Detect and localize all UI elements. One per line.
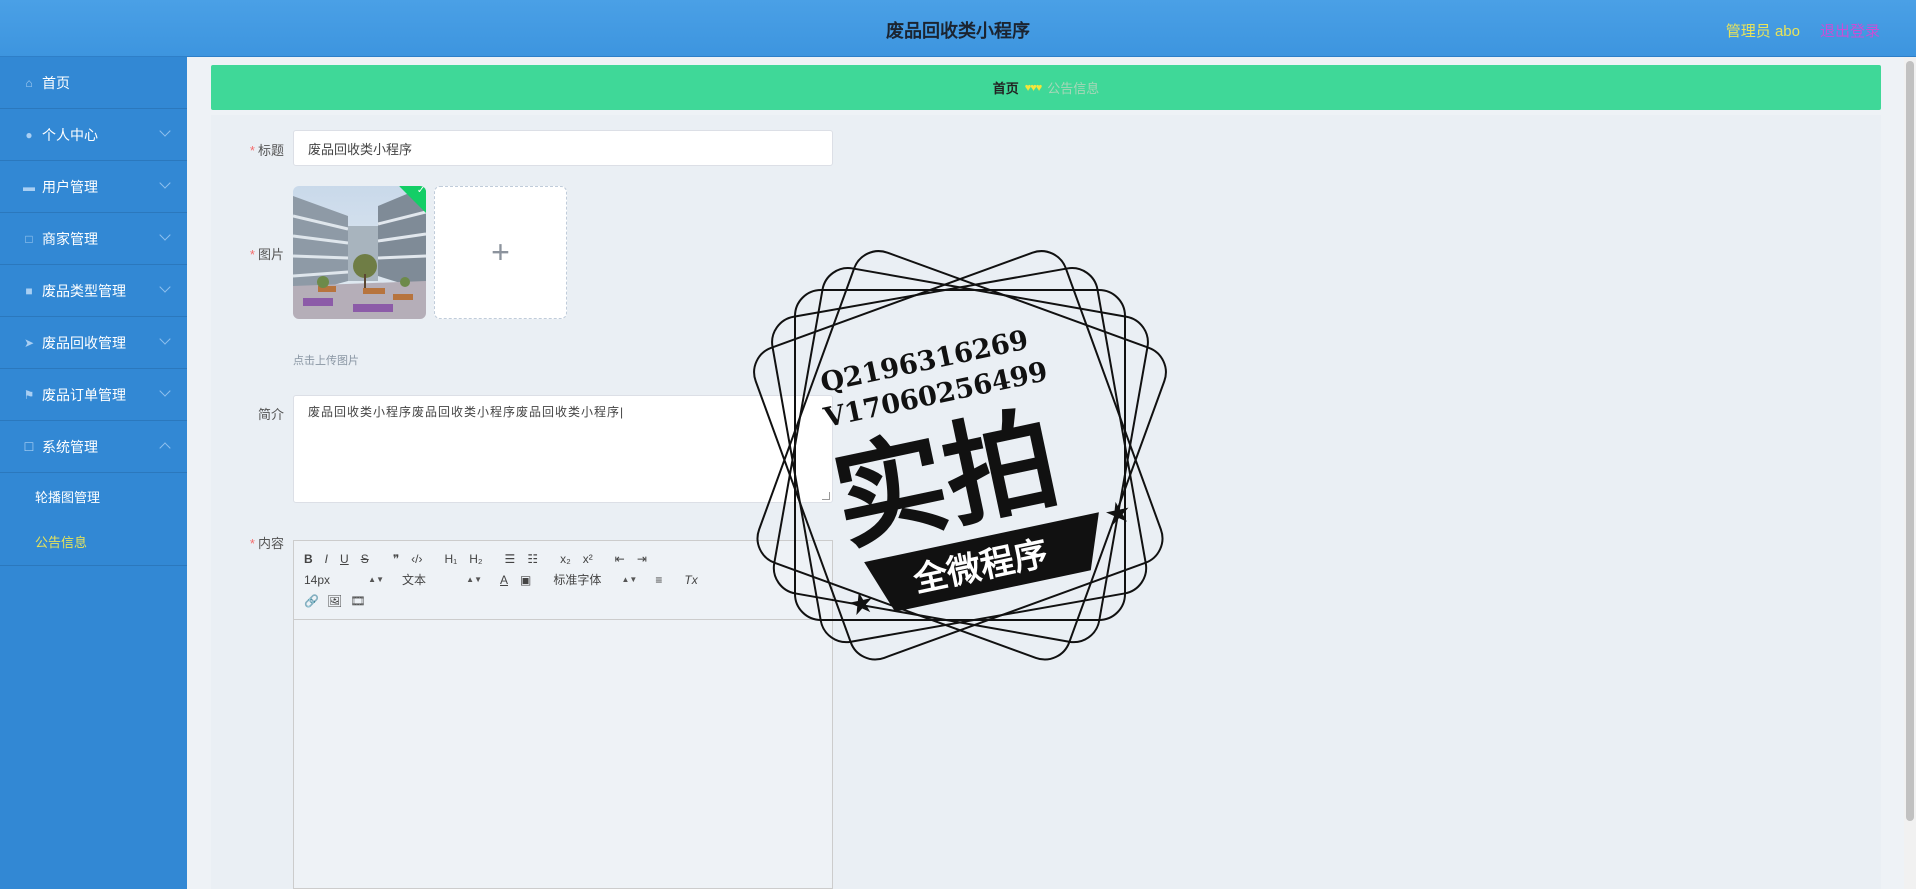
system-submenu: 轮播图管理 公告信息 (0, 473, 187, 566)
sidebar-item-label: 废品订单管理 (42, 386, 126, 403)
breadcrumb-home[interactable]: 首页 (993, 78, 1019, 97)
sidebar: ⌂ 首页 ● 个人中心 ▬ 用户管理 □ 商家管理 ■ 废品类型管理 ➤ 废品回… (0, 57, 187, 889)
upload-tip: 点击上传图片 (293, 355, 359, 367)
sidebar-item-personal-center[interactable]: ● 个人中心 (0, 109, 187, 161)
chevron-down-icon (159, 333, 171, 345)
outdent-button[interactable]: ⇤ (615, 552, 625, 566)
title-label: * 标题 (249, 143, 284, 158)
background-color-icon[interactable]: ▣ (520, 573, 531, 587)
user-icon: ● (25, 127, 33, 142)
sidebar-item-label: 废品回收管理 (42, 334, 126, 351)
logout-link[interactable]: 退出登录 (1820, 20, 1880, 41)
italic-button[interactable]: I (325, 552, 328, 566)
bold-button[interactable]: B (304, 552, 313, 566)
intro-textarea[interactable]: 废品回收类小程序废品回收类小程序废品回收类小程序| (293, 395, 833, 503)
editor-toolbar: B I U S ❞ ‹/› H₁ H₂ ☰ ☷ x₂ x² ⇤ ⇥ 14px ▲▼… (294, 541, 832, 620)
chat-icon: ▬ (23, 179, 35, 194)
building-photo (293, 186, 426, 319)
sidebar-item-system[interactable]: ☐ 系统管理 (0, 421, 187, 473)
bullet-list-button[interactable]: ☷ (527, 552, 538, 566)
text-cursor: | (620, 405, 625, 419)
sidebar-subitem-carousel[interactable]: 轮播图管理 (0, 474, 187, 519)
h2-button[interactable]: H₂ (469, 552, 482, 566)
editor-content-area[interactable] (294, 620, 832, 888)
blockquote-button[interactable]: ❞ (393, 552, 399, 566)
image-icon[interactable]: 🖼 (327, 594, 342, 608)
top-header: 废品回收类小程序 管理员 abo 退出登录 (0, 0, 1916, 57)
app-title: 废品回收类小程序 (886, 21, 1030, 41)
subscript-button[interactable]: x₂ (560, 552, 571, 566)
doc-icon: □ (25, 231, 33, 246)
underline-button[interactable]: U (340, 552, 349, 566)
page-scrollbar[interactable] (1904, 57, 1916, 889)
rich-text-editor: B I U S ❞ ‹/› H₁ H₂ ☰ ☷ x₂ x² ⇤ ⇥ 14px ▲▼… (293, 540, 833, 889)
flag-icon: ⚑ (23, 387, 35, 402)
sidebar-item-users[interactable]: ▬ 用户管理 (0, 161, 187, 213)
video-icon[interactable]: 🎞 (350, 594, 365, 608)
font-size-select[interactable]: 14px ▲▼ (304, 573, 384, 587)
sidebar-item-label: 废品类型管理 (42, 282, 126, 299)
sidebar-item-merchants[interactable]: □ 商家管理 (0, 213, 187, 265)
format-select[interactable]: 文本 ▲▼ (402, 571, 482, 588)
plus-icon: + (491, 234, 510, 270)
breadcrumb-current: 公告信息 (1047, 81, 1100, 96)
content-label: * 内容 (249, 536, 284, 551)
sidebar-item-home[interactable]: ⌂ 首页 (0, 57, 187, 109)
uploaded-image-thumbnail[interactable] (293, 186, 426, 319)
breadcrumb: 首页 ♥♥♥ 公告信息 (211, 65, 1881, 110)
sidebar-item-label: 首页 (42, 74, 70, 91)
clear-format-icon[interactable]: Tx (684, 573, 697, 587)
sidebar-item-label: 商家管理 (42, 230, 98, 247)
chevron-down-icon (159, 125, 171, 137)
align-icon[interactable]: ≡ (655, 573, 662, 587)
sidebar-item-waste-types[interactable]: ■ 废品类型管理 (0, 265, 187, 317)
sidebar-item-label: 系统管理 (42, 438, 98, 455)
font-color-icon[interactable]: A (500, 573, 508, 587)
admin-user-label: 管理员 abo (1725, 23, 1800, 40)
home-icon: ⌂ (25, 75, 33, 90)
chevron-down-icon (159, 177, 171, 189)
chevron-up-icon (159, 442, 171, 454)
send-icon: ➤ (23, 335, 35, 350)
font-family-select[interactable]: 标准字体 ▲▼ (553, 571, 637, 588)
indent-button[interactable]: ⇥ (637, 552, 647, 566)
chevron-down-icon (159, 385, 171, 397)
breadcrumb-separator-icon: ♥♥♥ (1024, 81, 1043, 94)
ordered-list-button[interactable]: ☰ (505, 552, 516, 566)
sidebar-subitem-announcements[interactable]: 公告信息 (0, 519, 187, 564)
code-button[interactable]: ‹/› (411, 552, 422, 566)
box-icon: ☐ (23, 439, 35, 454)
upload-image-button[interactable]: + (434, 186, 567, 319)
superscript-button[interactable]: x² (583, 552, 593, 566)
title-input[interactable]: 废品回收类小程序 (293, 130, 833, 166)
chevron-down-icon (159, 229, 171, 241)
scrollbar-thumb[interactable] (1906, 61, 1914, 821)
sidebar-item-label: 用户管理 (42, 178, 98, 195)
sidebar-item-label: 个人中心 (42, 126, 98, 143)
h1-button[interactable]: H₁ (445, 552, 458, 566)
intro-label: 简介 (257, 407, 284, 422)
link-icon[interactable]: 🔗 (304, 594, 319, 608)
updown-icon: ▲▼ (368, 575, 384, 584)
resize-handle-icon[interactable] (822, 492, 830, 500)
sidebar-item-waste-orders[interactable]: ⚑ 废品订单管理 (0, 369, 187, 421)
chevron-down-icon (159, 281, 171, 293)
bag-icon: ■ (25, 283, 33, 298)
image-label: * 图片 (249, 247, 284, 262)
updown-icon: ▲▼ (466, 575, 482, 584)
sidebar-item-waste-recycling[interactable]: ➤ 废品回收管理 (0, 317, 187, 369)
strike-button[interactable]: S (361, 552, 369, 566)
updown-icon: ▲▼ (621, 575, 638, 584)
